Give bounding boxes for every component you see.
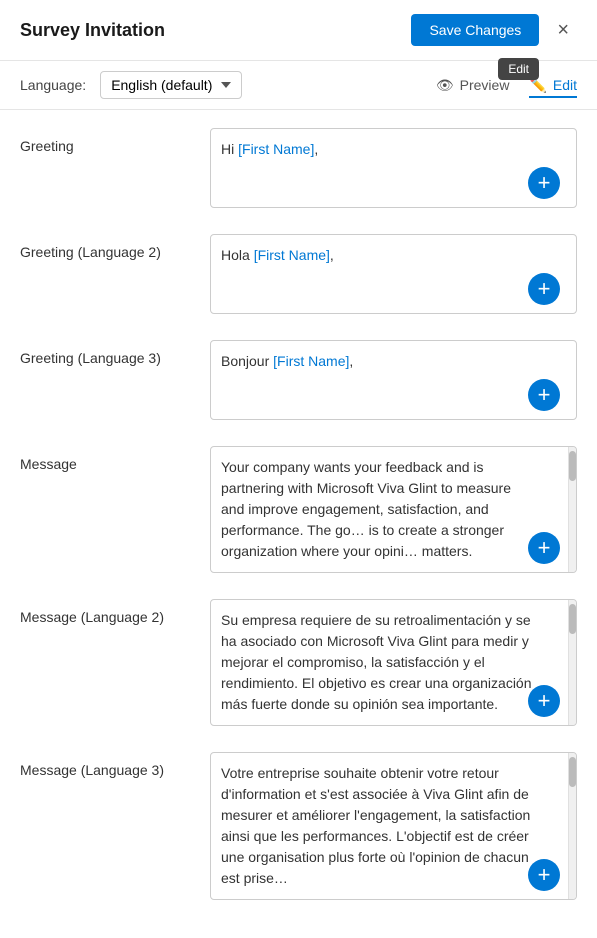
- add-button-message[interactable]: +: [528, 532, 560, 564]
- field-input-greeting-lang3[interactable]: Bonjour [First Name],+: [210, 340, 577, 420]
- language-row: Language: English (default): [20, 71, 242, 99]
- scroll-thumb-message[interactable]: [569, 451, 576, 481]
- field-label-message-lang2: Message (Language 2): [20, 599, 210, 625]
- scroll-thumb-message-lang2[interactable]: [569, 604, 576, 634]
- field-label-greeting-lang3: Greeting (Language 3): [20, 340, 210, 366]
- language-select[interactable]: English (default): [100, 71, 242, 99]
- field-input-greeting-lang2[interactable]: Hola [First Name],+: [210, 234, 577, 314]
- scrollbar-message[interactable]: [568, 447, 576, 572]
- field-row-message: MessageYour company wants your feedback …: [20, 438, 577, 573]
- add-button-greeting-lang2[interactable]: +: [528, 273, 560, 305]
- field-text-message-lang2: Su empresa requiere de su retroalimentac…: [211, 600, 576, 725]
- field-row-message-lang3: Message (Language 3)Votre entreprise sou…: [20, 744, 577, 900]
- close-button[interactable]: ×: [549, 16, 577, 44]
- edit-tooltip: Edit: [498, 58, 539, 80]
- content: GreetingHi [First Name],+Greeting (Langu…: [0, 110, 597, 938]
- add-button-greeting-lang3[interactable]: +: [528, 379, 560, 411]
- field-input-message[interactable]: Your company wants your feedback and is …: [210, 446, 577, 573]
- scrollbar-message-lang2[interactable]: [568, 600, 576, 725]
- field-label-greeting-lang2: Greeting (Language 2): [20, 234, 210, 260]
- field-text-greeting-lang3: Bonjour [First Name],: [211, 341, 576, 382]
- header: Survey Invitation Save Changes × Edit: [0, 0, 597, 61]
- field-row-message-lang2: Message (Language 2)Su empresa requiere …: [20, 591, 577, 726]
- page-title: Survey Invitation: [20, 20, 165, 41]
- field-text-message: Your company wants your feedback and is …: [211, 447, 576, 572]
- field-text-message-lang3: Votre entreprise souhaite obtenir votre …: [211, 753, 576, 899]
- highlight-greeting-lang3: [First Name]: [273, 353, 349, 369]
- add-button-greeting[interactable]: +: [528, 167, 560, 199]
- field-input-message-lang3[interactable]: Votre entreprise souhaite obtenir votre …: [210, 752, 577, 900]
- scrollbar-message-lang3[interactable]: [568, 753, 576, 899]
- field-label-message-lang3: Message (Language 3): [20, 752, 210, 778]
- field-row-greeting-lang3: Greeting (Language 3)Bonjour [First Name…: [20, 332, 577, 420]
- field-label-message: Message: [20, 446, 210, 472]
- language-label: Language:: [20, 77, 86, 93]
- field-text-greeting-lang2: Hola [First Name],: [211, 235, 576, 276]
- field-label-greeting: Greeting: [20, 128, 210, 154]
- add-button-message-lang2[interactable]: +: [528, 685, 560, 717]
- field-input-greeting[interactable]: Hi [First Name],+: [210, 128, 577, 208]
- highlight-greeting-lang2: [First Name]: [254, 247, 330, 263]
- field-row-greeting: GreetingHi [First Name],+: [20, 120, 577, 208]
- field-text-greeting: Hi [First Name],: [211, 129, 576, 170]
- header-actions: Save Changes × Edit: [411, 14, 577, 46]
- scroll-thumb-message-lang3[interactable]: [569, 757, 576, 787]
- field-input-message-lang2[interactable]: Su empresa requiere de su retroalimentac…: [210, 599, 577, 726]
- edit-tab-label: Edit: [553, 77, 577, 93]
- save-button[interactable]: Save Changes: [411, 14, 539, 46]
- add-button-message-lang3[interactable]: +: [528, 859, 560, 891]
- eye-icon: 👁: [436, 77, 454, 94]
- field-row-greeting-lang2: Greeting (Language 2)Hola [First Name],+: [20, 226, 577, 314]
- highlight-greeting: [First Name]: [238, 141, 314, 157]
